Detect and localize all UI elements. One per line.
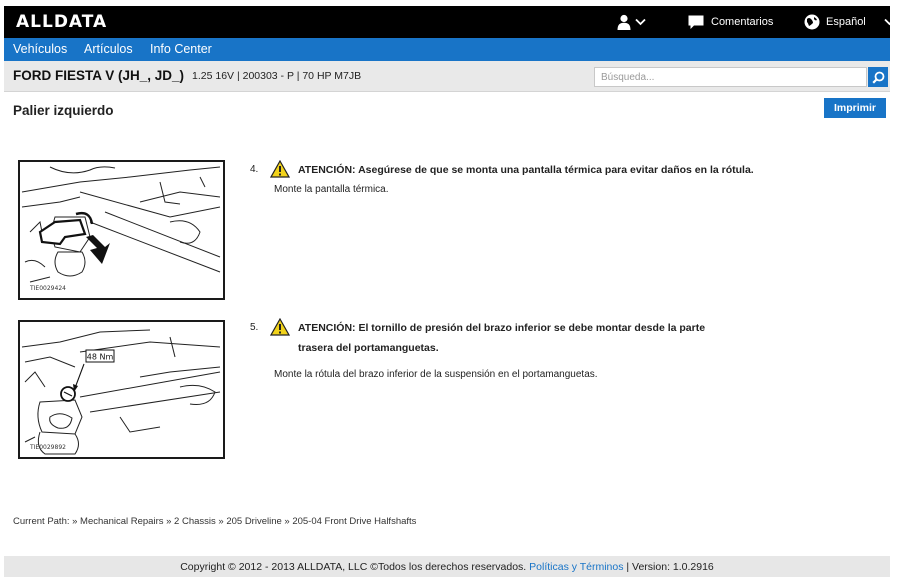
torque-label: 48 Nm bbox=[87, 353, 114, 362]
vehicle-bar: FORD FIESTA V (JH_, JD_) 1.25 16V | 2003… bbox=[4, 61, 890, 92]
comment-icon bbox=[688, 15, 704, 29]
feedback-link[interactable]: Comentarios bbox=[688, 11, 773, 33]
feedback-label: Comentarios bbox=[711, 16, 774, 28]
warning-text: ATENCIÓN: Asegúrese de que se monta una … bbox=[298, 164, 754, 176]
nav-vehicles[interactable]: Vehículos bbox=[13, 42, 67, 56]
search-icon bbox=[871, 71, 884, 84]
user-menu[interactable] bbox=[616, 11, 646, 33]
print-button[interactable]: Imprimir bbox=[824, 98, 886, 118]
chevron-down-icon bbox=[884, 18, 895, 26]
warning-text: ATENCIÓN: El tornillo de presión del bra… bbox=[298, 322, 706, 334]
search-input[interactable] bbox=[594, 67, 867, 87]
footer: Copyright © 2012 - 2013 ALLDATA, LLC ©To… bbox=[4, 556, 890, 577]
step-instruction: Monte la pantalla térmica. bbox=[274, 184, 389, 195]
step-5-illustration: 48 Nm TIE0029892 bbox=[18, 320, 225, 459]
nav-articles[interactable]: Artículos bbox=[84, 42, 133, 56]
policies-link[interactable]: Políticas y Términos bbox=[529, 561, 623, 573]
alldata-logo[interactable]: ALLDATA bbox=[16, 12, 107, 32]
step-number: 5. bbox=[250, 322, 259, 333]
version-text: | Version: 1.0.2916 bbox=[623, 560, 714, 573]
main-nav: Vehículos Artículos Info Center bbox=[4, 38, 890, 61]
warning-text-continued: trasera del portamanguetas. bbox=[298, 342, 439, 354]
language-selector[interactable]: Español bbox=[804, 11, 895, 33]
figure-code: TIE0029892 bbox=[30, 444, 66, 451]
language-label: Español bbox=[826, 16, 866, 28]
vehicle-details: 1.25 16V | 200303 - P | 70 HP M7JB bbox=[192, 70, 362, 82]
step-number: 4. bbox=[250, 164, 259, 175]
search-button[interactable] bbox=[868, 67, 888, 87]
copyright-text: Copyright © 2012 - 2013 ALLDATA, LLC ©To… bbox=[180, 560, 530, 573]
page-title: Palier izquierdo bbox=[13, 103, 114, 118]
breadcrumb: Current Path: » Mechanical Repairs » 2 C… bbox=[13, 516, 417, 527]
nav-info-center[interactable]: Info Center bbox=[150, 42, 212, 56]
warning-icon bbox=[270, 318, 290, 336]
user-icon bbox=[617, 14, 631, 30]
globe-icon bbox=[804, 14, 820, 30]
step-4-illustration: TIE0029424 bbox=[18, 160, 225, 300]
top-header: ALLDATA Comentarios Español bbox=[4, 6, 895, 38]
warning-icon bbox=[270, 160, 290, 178]
chevron-down-icon bbox=[635, 18, 646, 26]
figure-code: TIE0029424 bbox=[30, 285, 66, 292]
step-instruction: Monte la rótula del brazo inferior de la… bbox=[274, 369, 598, 380]
vehicle-name: FORD FIESTA V (JH_, JD_) bbox=[13, 68, 185, 83]
